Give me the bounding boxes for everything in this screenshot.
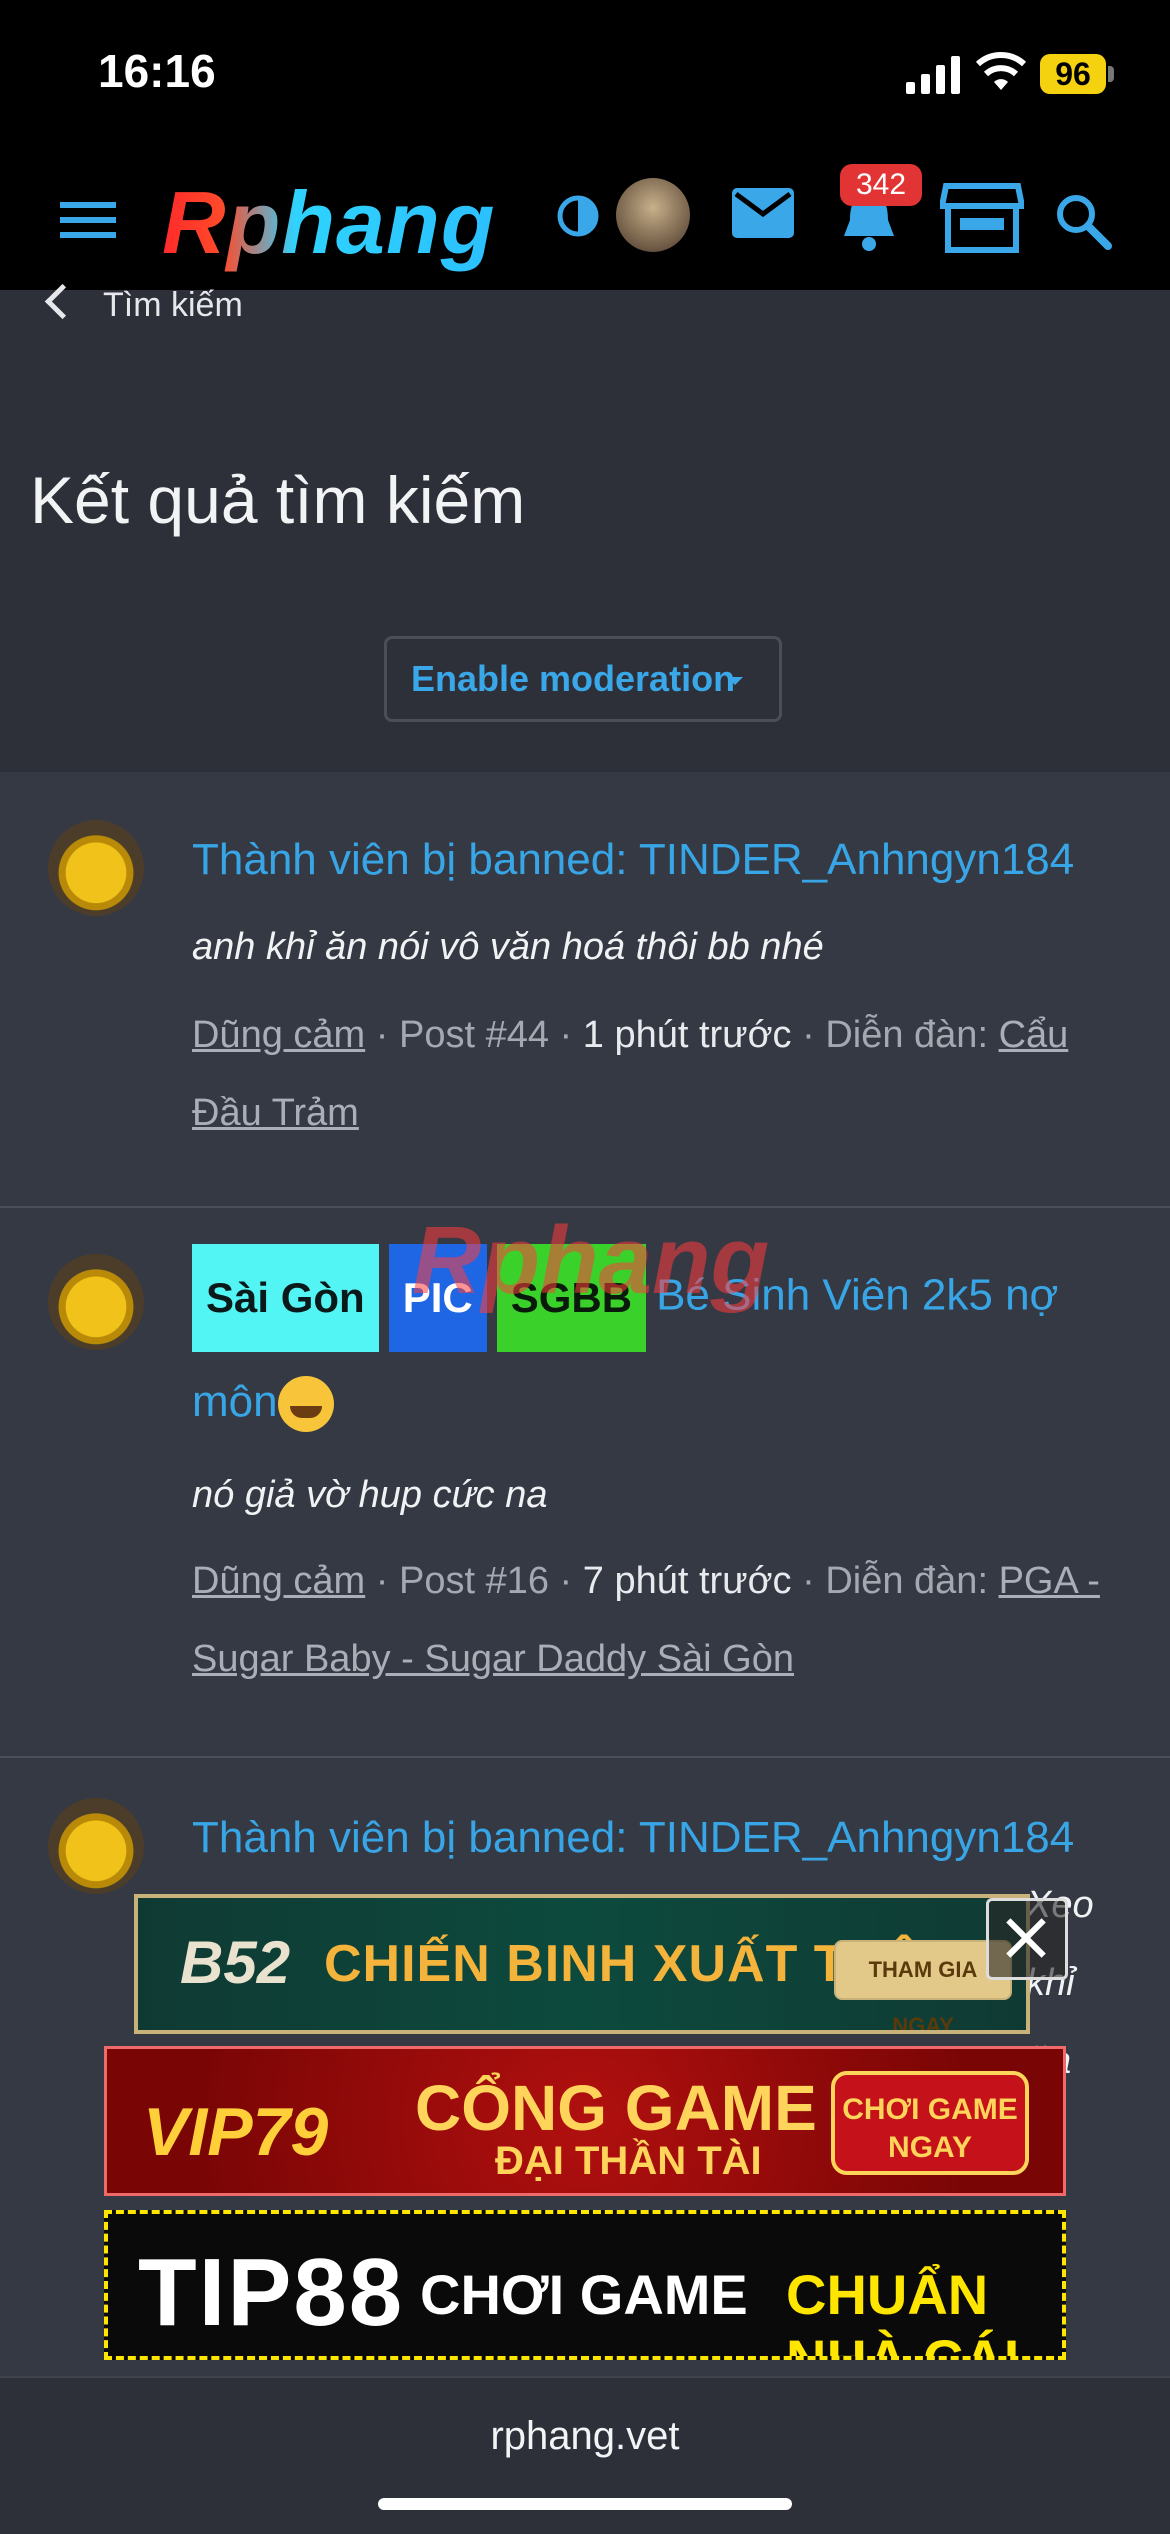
result-author[interactable]: Dũng cảm xyxy=(192,1014,365,1056)
result-avatar[interactable] xyxy=(48,820,144,916)
signal-icon xyxy=(906,56,960,94)
close-ad-icon[interactable] xyxy=(986,1898,1068,1980)
ad-headline: CỔNG GAME xyxy=(415,2072,817,2144)
site-logo[interactable]: Rphang xyxy=(162,172,496,274)
ad-banner-b52[interactable]: B52 CHIẾN BINH XUẤT TRẬN THAM GIA NGAY xyxy=(134,1894,1030,2034)
search-icon[interactable] xyxy=(1052,190,1112,250)
result-title[interactable]: Thành viên bị banned: TINDER_Anhngyn184 xyxy=(192,810,1112,910)
notification-badge: 342 xyxy=(840,164,922,206)
ad-logo: VIP79 xyxy=(143,2094,329,2170)
result-meta: Dũng cảm · Post #16 · 7 phút trước · Diễ… xyxy=(192,1560,1100,1680)
result-title[interactable]: Thành viên bị banned: TINDER_Anhngyn184 xyxy=(192,1788,1112,1888)
mail-icon[interactable] xyxy=(730,186,796,240)
result-post[interactable]: Post #16 xyxy=(399,1560,549,1602)
status-time: 16:16 xyxy=(98,45,216,97)
ad-logo: TIP88 xyxy=(138,2239,405,2346)
watermark-logo: Rphang xyxy=(412,1207,770,1314)
user-avatar[interactable] xyxy=(616,178,690,252)
url-label[interactable]: rphang.vet xyxy=(0,2414,1170,2459)
ad-banner-tip88[interactable]: TIP88 CHƠI GAME CHUẨN NHÀ CÁI xyxy=(104,2210,1066,2360)
result-time: 1 phút trước xyxy=(582,1014,792,1056)
ad-headline-highlight: CHUẨN NHÀ CÁI xyxy=(786,2263,1020,2360)
result-snippet: nó giả vờ hup cức na xyxy=(192,1474,548,1516)
ad-subheadline: ĐẠI THẦN TÀI xyxy=(495,2139,762,2183)
result-forum-label: Diễn đàn: xyxy=(825,1560,988,1602)
enable-moderation-button[interactable]: Enable moderation xyxy=(384,636,782,722)
moderation-button-label: Enable moderation xyxy=(411,658,736,699)
result-avatar[interactable] xyxy=(48,1798,144,1894)
ad-cta[interactable]: CHƠI GAME NGAY xyxy=(831,2071,1029,2175)
store-icon[interactable] xyxy=(940,180,1024,256)
result-author[interactable]: Dũng cảm xyxy=(192,1560,365,1602)
breadcrumb[interactable]: Tìm kiếm xyxy=(44,283,243,325)
battery-nub xyxy=(1108,66,1114,82)
laughing-emoji-icon xyxy=(277,1376,334,1433)
menu-icon[interactable] xyxy=(60,200,120,240)
status-bar: 16:16 96 xyxy=(0,0,1170,150)
result-time: 7 phút trước xyxy=(582,1560,792,1602)
wifi-icon xyxy=(976,52,1026,90)
ad-headline: CHƠI GAME xyxy=(420,2263,748,2326)
result-avatar[interactable] xyxy=(48,1254,144,1350)
tag-sai-gon[interactable]: Sài Gòn xyxy=(192,1244,379,1352)
breadcrumb-label: Tìm kiếm xyxy=(103,286,243,324)
top-navbar: Rphang 342 xyxy=(0,150,1170,290)
search-result[interactable]: Thành viên bị banned: TINDER_Anhngyn184 … xyxy=(0,772,1170,1208)
result-forum-label: Diễn đàn: xyxy=(825,1014,988,1056)
page-title: Kết quả tìm kiếm xyxy=(30,463,526,537)
ad-banner-vip79[interactable]: VIP79 CỔNG GAME ĐẠI THẦN TÀI CHƠI GAME N… xyxy=(104,2046,1066,2196)
ad-logo: B52 xyxy=(180,1929,291,1996)
caret-down-icon xyxy=(727,677,743,685)
result-post[interactable]: Post #44 xyxy=(399,1014,549,1056)
result-meta: Dũng cảm · Post #44 · 1 phút trước · Diễ… xyxy=(192,1014,1069,1134)
result-snippet: anh khỉ ăn nói vô văn hoá thôi bb nhé xyxy=(192,926,824,968)
browser-bottom-bar: rphang.vet xyxy=(0,2376,1170,2534)
contrast-icon[interactable] xyxy=(556,194,600,238)
home-indicator[interactable] xyxy=(378,2498,792,2510)
chevron-left-icon xyxy=(44,283,81,320)
battery-icon: 96 xyxy=(1040,54,1106,94)
